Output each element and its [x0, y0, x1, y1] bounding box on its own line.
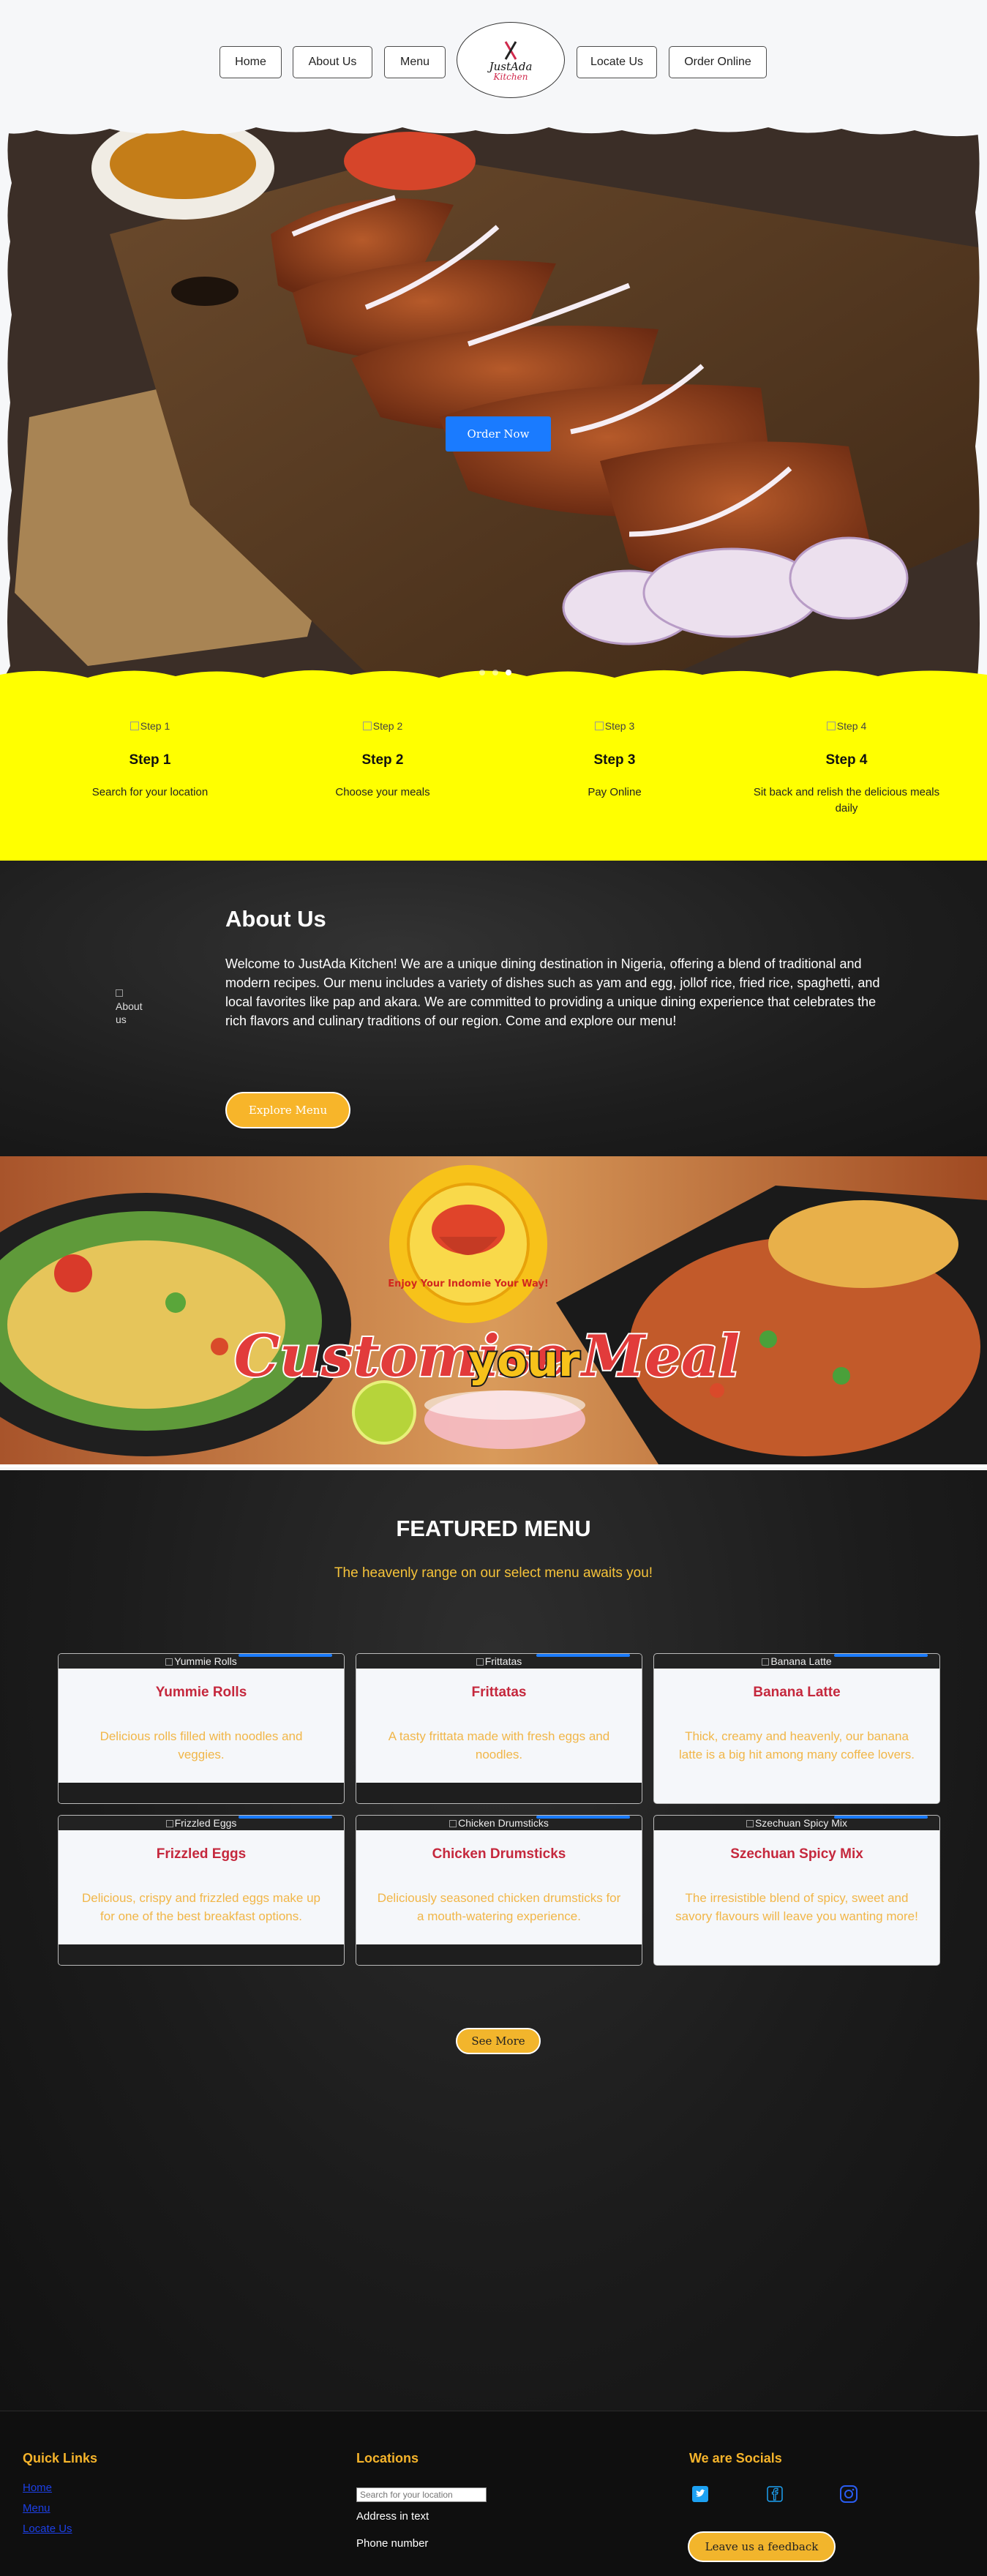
menu-card-title: Frizzled Eggs [156, 1846, 247, 1862]
nav-order-online-button[interactable]: Order Online [669, 46, 767, 78]
about-section: About us About Us Welcome to JustAda Kit… [0, 861, 987, 1156]
twitter-icon[interactable] [691, 2485, 710, 2504]
about-title: About Us [225, 906, 326, 932]
how-it-works-section: Step 1 Step 1 Search for your location S… [0, 686, 987, 861]
menu-card-image: Chicken Drumsticks [356, 1816, 642, 1830]
menu-card-title: Chicken Drumsticks [432, 1846, 566, 1862]
logo-text: JustAda [489, 59, 533, 73]
step-4: Step 4 Step 4 Sit back and relish the de… [751, 719, 942, 817]
footer-link-menu[interactable]: Menu [23, 2502, 50, 2515]
menu-card-description: The irresistible blend of spicy, sweet a… [675, 1891, 918, 1923]
step-3-image: Step 3 [519, 719, 710, 733]
menu-card[interactable]: Frittatas Frittatas A tasty frittata mad… [356, 1653, 642, 1804]
quick-links-heading: Quick Links [23, 2451, 98, 2465]
facebook-icon[interactable] [765, 2485, 784, 2504]
socials-heading: We are Socials [689, 2451, 782, 2465]
carousel-indicators [479, 670, 511, 675]
banner-headline-your: your [468, 1336, 580, 1387]
banner-headline-meal: Meal [579, 1323, 740, 1390]
menu-card-title: Frittatas [471, 1685, 527, 1700]
menu-card[interactable]: Chicken Drumsticks Chicken Drumsticks De… [356, 1815, 642, 1966]
featured-subtitle: The heavenly range on our select menu aw… [334, 1565, 653, 1581]
step-3: Step 3 Step 3 Pay Online [519, 719, 710, 801]
customise-meal-banner: Enjoy Your Indomie Your Way! Customise y… [0, 1156, 987, 1467]
step-2: Step 2 Step 2 Choose your meals [288, 719, 478, 801]
step-description: Sit back and relish the delicious meals … [753, 786, 940, 815]
step-1: Step 1 Step 1 Search for your location [55, 719, 245, 801]
menu-card-title: Banana Latte [753, 1685, 841, 1700]
step-description: Search for your location [91, 786, 209, 798]
menu-card-image: Szechuan Spicy Mix [654, 1816, 939, 1830]
menu-card-description: Delicious rolls filled with noodles and … [100, 1729, 303, 1761]
location-search-input[interactable] [356, 2487, 487, 2502]
step-title: Step 4 [825, 752, 868, 768]
step-title: Step 3 [593, 752, 636, 768]
about-image: About us [116, 986, 143, 1026]
carousel-dot[interactable] [479, 670, 485, 675]
step-description: Pay Online [588, 786, 642, 798]
step-4-image: Step 4 [751, 719, 942, 733]
step-title: Step 1 [129, 752, 171, 768]
featured-menu-section: FEATURED MENU The heavenly range on our … [0, 1470, 987, 2411]
nav-menu-button[interactable]: Menu [384, 46, 446, 78]
locations-heading: Locations [356, 2451, 419, 2465]
top-navigation: Home About Us Menu JustAda Kitchen Locat… [0, 0, 987, 124]
about-text: Welcome to JustAda Kitchen! We are a uni… [225, 956, 880, 1028]
menu-card-image: Banana Latte [654, 1654, 939, 1669]
footer-phone: Phone number [356, 2537, 429, 2550]
cutlery-icon [504, 40, 517, 60]
nav-locate-button[interactable]: Locate Us [577, 46, 657, 78]
banner-image: Enjoy Your Indomie Your Way! Customise y… [0, 1156, 987, 1464]
menu-card-description: Delicious, crispy and frizzled eggs make… [82, 1891, 320, 1923]
menu-card-image: Frittatas [356, 1654, 642, 1669]
explore-menu-button[interactable]: Explore Menu [225, 1092, 350, 1128]
menu-card-image: Yummie Rolls [59, 1654, 344, 1669]
step-1-image: Step 1 [55, 719, 245, 733]
step-title: Step 2 [361, 752, 404, 768]
nav-about-button[interactable]: About Us [293, 46, 372, 78]
footer-address: Address in text [356, 2510, 429, 2523]
menu-card-title: Yummie Rolls [155, 1685, 247, 1700]
footer-link-home[interactable]: Home [23, 2482, 52, 2494]
menu-card-description: Deliciously seasoned chicken drumsticks … [377, 1891, 621, 1923]
step-2-image: Step 2 [288, 719, 478, 733]
see-more-button[interactable]: See More [456, 2028, 541, 2054]
brand-logo[interactable]: JustAda Kitchen [457, 22, 565, 98]
menu-card[interactable]: Banana Latte Banana Latte Thick, creamy … [653, 1653, 940, 1804]
banner-badge-text: Enjoy Your Indomie Your Way! [388, 1278, 549, 1289]
instagram-icon[interactable] [839, 2485, 858, 2504]
menu-card[interactable]: Szechuan Spicy Mix Szechuan Spicy Mix Th… [653, 1815, 940, 1966]
hero-carousel[interactable]: Order Now [0, 124, 987, 686]
site-footer: Quick Links Home Menu Locate Us Location… [0, 2411, 987, 2576]
menu-card-description: Thick, creamy and heavenly, our banana l… [679, 1729, 915, 1761]
menu-card-image: Frizzled Eggs [59, 1816, 344, 1830]
carousel-dot[interactable] [492, 670, 498, 675]
leave-feedback-button[interactable]: Leave us a feedback [688, 2531, 836, 2562]
featured-title: FEATURED MENU [396, 1516, 591, 1541]
step-description: Choose your meals [335, 786, 430, 798]
menu-card-description: A tasty frittata made with fresh eggs an… [388, 1729, 610, 1761]
hero-food-image [0, 124, 987, 686]
menu-card[interactable]: Frizzled Eggs Frizzled Eggs Delicious, c… [58, 1815, 345, 1966]
menu-card-title: Szechuan Spicy Mix [730, 1846, 863, 1862]
order-now-button[interactable]: Order Now [446, 416, 551, 452]
carousel-dot-active[interactable] [506, 670, 511, 675]
menu-card[interactable]: Yummie Rolls Yummie Rolls Delicious roll… [58, 1653, 345, 1804]
footer-link-locate-us[interactable]: Locate Us [23, 2523, 72, 2535]
nav-home-button[interactable]: Home [219, 46, 282, 78]
logo-subtext: Kitchen [493, 71, 528, 82]
